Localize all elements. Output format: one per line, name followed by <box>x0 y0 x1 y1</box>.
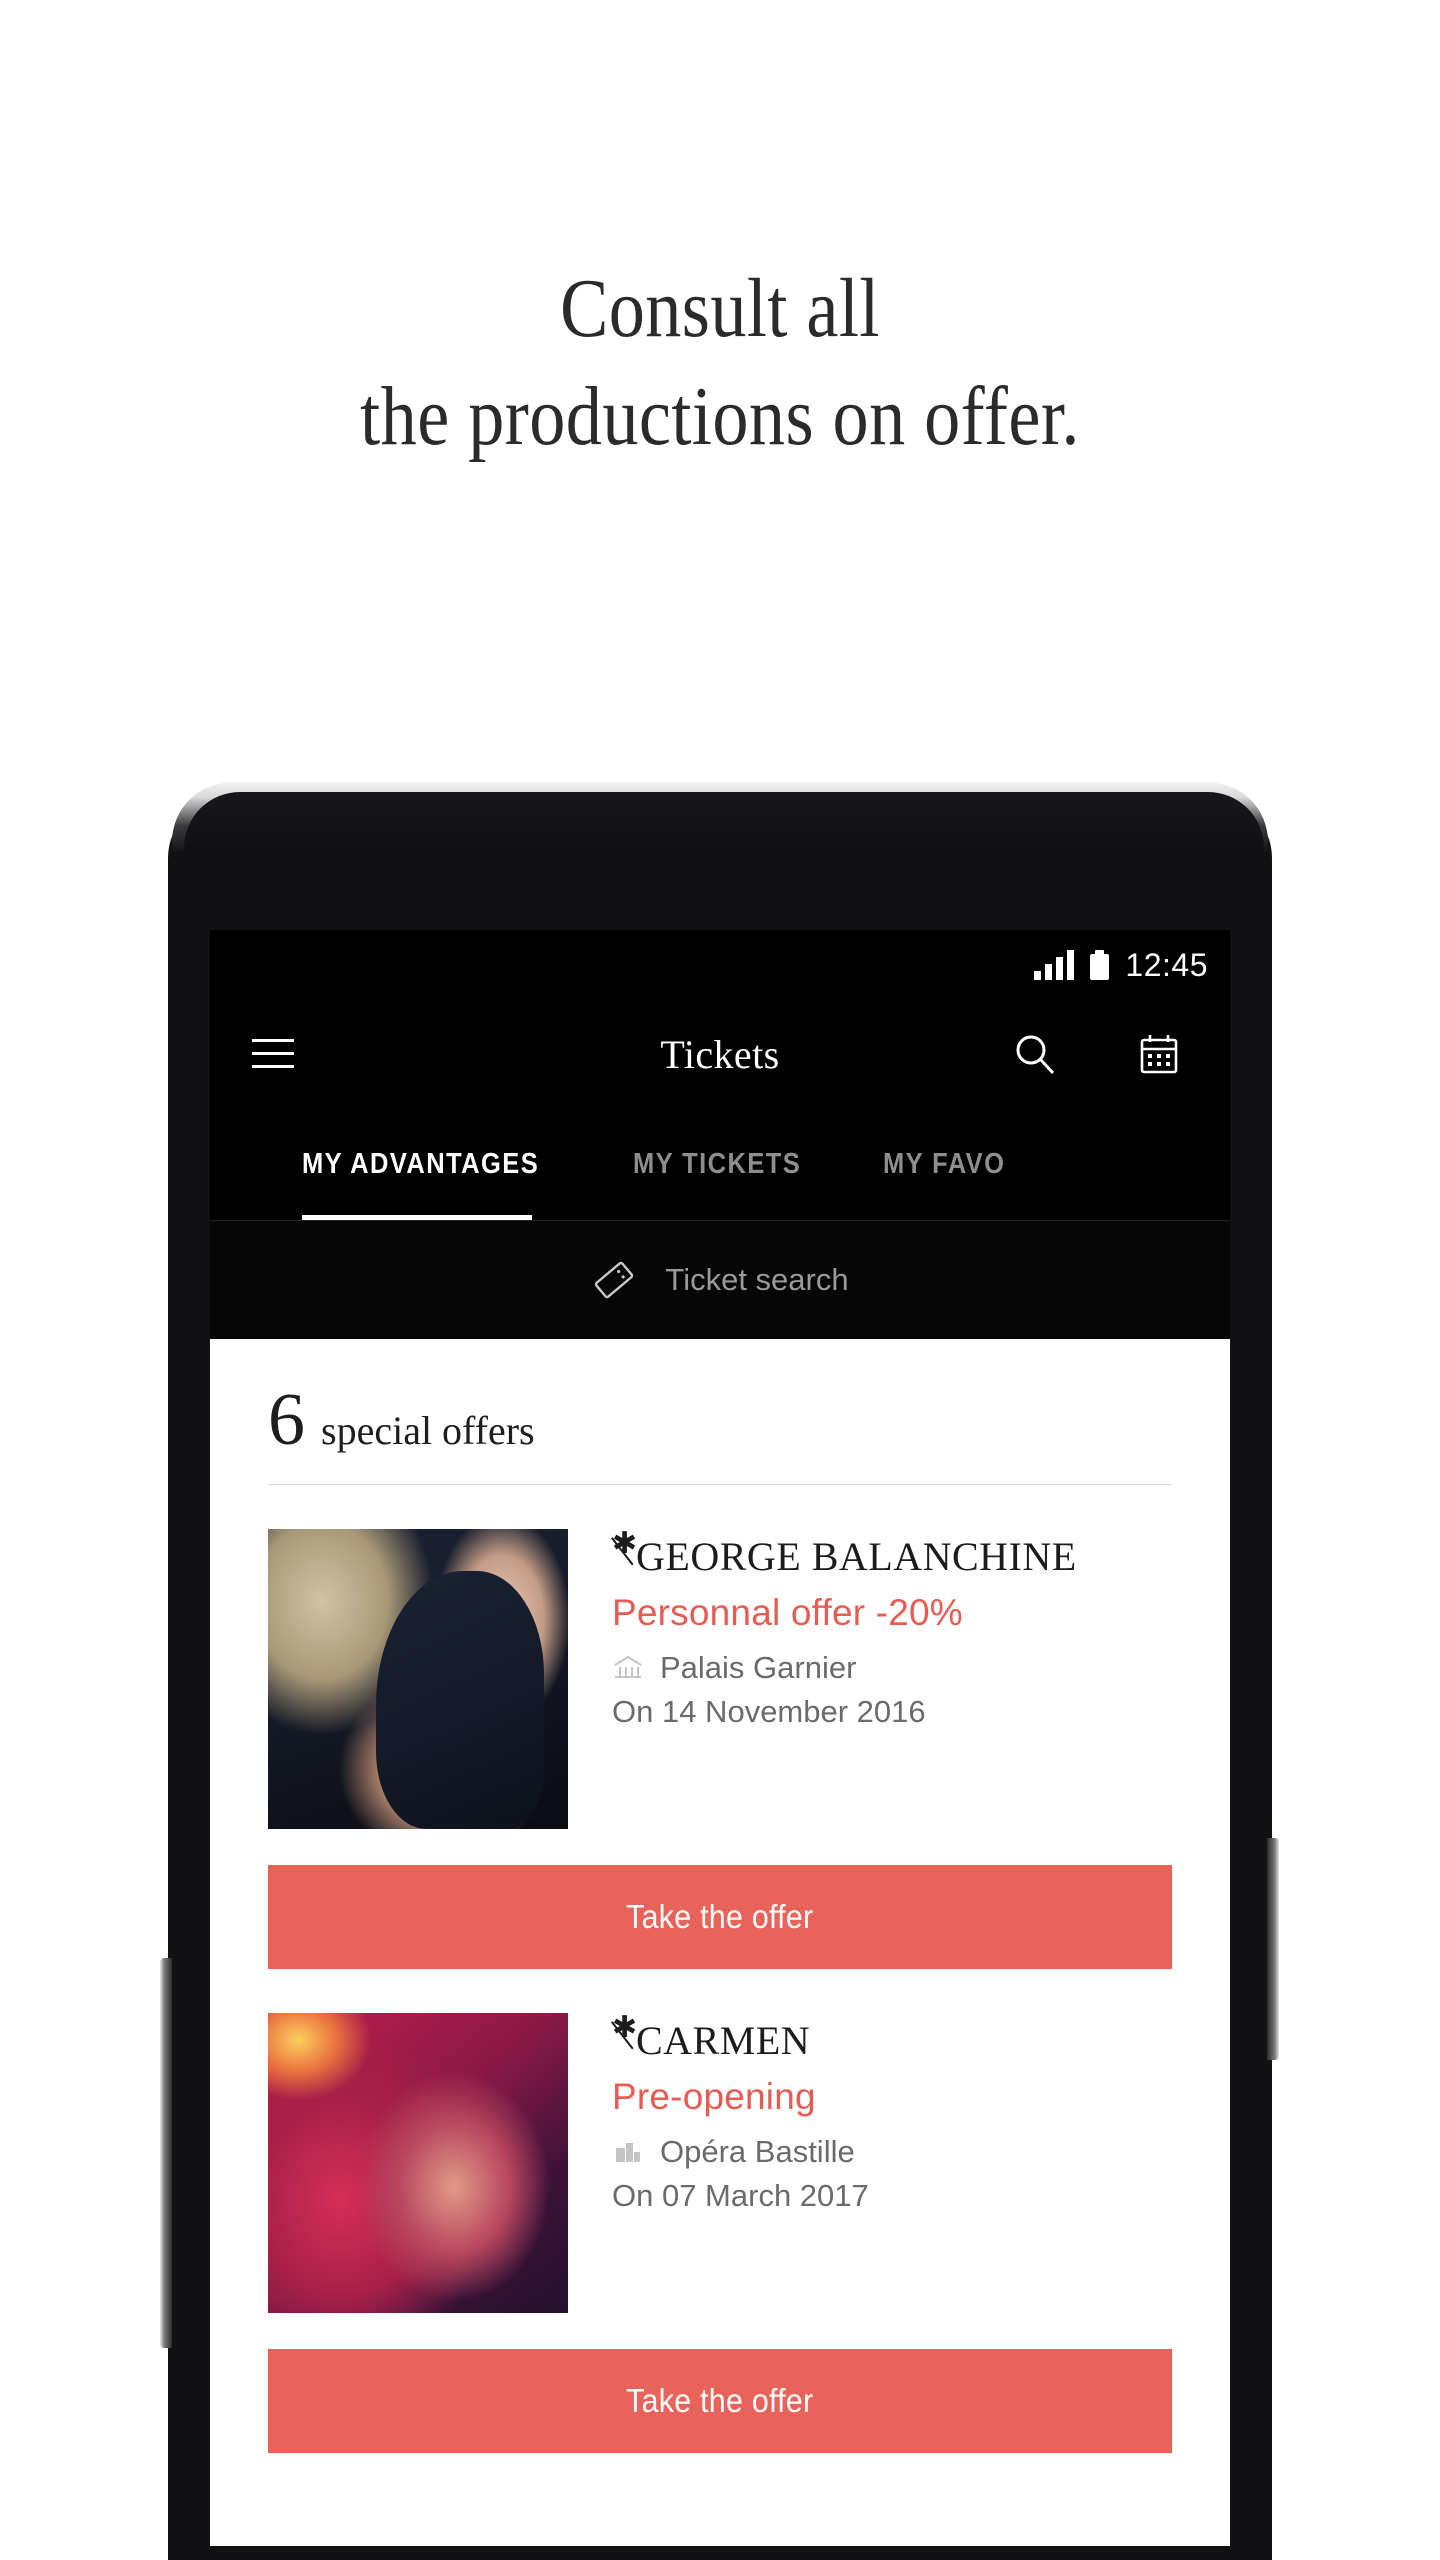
star-slash-icon: ✱ <box>611 2013 637 2057</box>
offer-date: On 07 March 2017 <box>612 2178 869 2213</box>
signal-bars-icon <box>1034 950 1075 980</box>
phone-top-bezel-inner <box>184 792 1264 854</box>
page-title: Tickets <box>660 1031 780 1077</box>
offer-title: ✱ GEORGE BALANCHINE <box>611 1529 1172 1580</box>
phone-device-mockup: 12:45 Tickets MY ADVANTAGES MY TICKETS M… <box>160 782 1279 2560</box>
status-bar: 12:45 <box>210 930 1230 1000</box>
take-offer-button[interactable]: Take the offer <box>268 2349 1172 2453</box>
building-icon <box>616 2143 640 2162</box>
battery-icon <box>1090 950 1110 980</box>
volume-rocker-button[interactable] <box>160 1958 172 2348</box>
tab-bar: MY ADVANTAGES MY TICKETS MY FAVO <box>210 1108 1230 1220</box>
offer-subtitle: Pre-opening <box>612 2076 816 2117</box>
offer-venue: Opéra Bastille <box>612 2134 1172 2170</box>
hamburger-menu-icon[interactable] <box>252 1039 294 1069</box>
offers-header: 6 special offers <box>210 1339 1230 1461</box>
offer-thumbnail[interactable] <box>268 2013 568 2313</box>
ticket-icon <box>595 1261 634 1299</box>
tab-my-tickets[interactable]: MY TICKETS <box>633 1148 801 1181</box>
phone-screen: 12:45 Tickets MY ADVANTAGES MY TICKETS M… <box>210 930 1230 2546</box>
search-icon[interactable] <box>1012 1031 1058 1077</box>
offer-subtitle: Personnal offer -20% <box>612 1592 963 1633</box>
offers-list: 6 special offers ✱ GEORGE BALANCHINE Per… <box>210 1339 1230 2453</box>
offer-details: ✱ CARMEN Pre-opening Opéra Bastille On 0… <box>611 2013 1172 2313</box>
offer-details: ✱ GEORGE BALANCHINE Personnal offer -20% <box>611 1529 1172 1829</box>
ticket-search-bar[interactable]: Ticket search <box>210 1220 1230 1339</box>
take-offer-button[interactable]: Take the offer <box>268 1865 1172 1969</box>
take-offer-label: Take the offer <box>626 1898 814 1935</box>
tab-my-advantages[interactable]: MY ADVANTAGES <box>302 1148 539 1181</box>
take-offer-label: Take the offer <box>626 2382 814 2419</box>
offer-title-text: CARMEN <box>636 2018 811 2063</box>
list-item[interactable]: ✱ GEORGE BALANCHINE Personnal offer -20% <box>210 1485 1230 1829</box>
power-button[interactable] <box>1267 1838 1279 2060</box>
offer-thumbnail[interactable] <box>268 1529 568 1829</box>
star-slash-icon: ✱ <box>611 1529 637 1573</box>
ticket-search-label: Ticket search <box>665 1262 849 1297</box>
offers-count: 6 <box>268 1379 305 1461</box>
phone-top-bezel <box>172 782 1268 854</box>
offer-date: On 14 November 2016 <box>612 1694 926 1729</box>
offer-venue: Palais Garnier <box>612 1650 1172 1686</box>
app-bar: Tickets <box>210 1000 1230 1108</box>
list-item[interactable]: ✱ CARMEN Pre-opening Opéra Bastille On 0… <box>210 1969 1230 2313</box>
calendar-icon[interactable] <box>1136 1031 1182 1077</box>
promo-line-1: Consult all <box>560 262 880 355</box>
opera-house-icon <box>614 1655 642 1678</box>
offer-title: ✱ CARMEN <box>611 2013 1172 2064</box>
promo-line-2: the productions on offer. <box>360 369 1080 463</box>
promo-headline: Consult all the productions on offer. <box>101 255 1339 470</box>
offer-venue-text: Opéra Bastille <box>660 2134 855 2169</box>
active-tab-indicator <box>302 1215 532 1220</box>
offers-count-label: special offers <box>321 1408 535 1453</box>
offer-venue-text: Palais Garnier <box>660 1650 857 1685</box>
status-bar-time: 12:45 <box>1125 946 1208 983</box>
tab-my-favorites[interactable]: MY FAVO <box>883 1148 1005 1181</box>
offer-title-text: GEORGE BALANCHINE <box>636 1534 1077 1579</box>
